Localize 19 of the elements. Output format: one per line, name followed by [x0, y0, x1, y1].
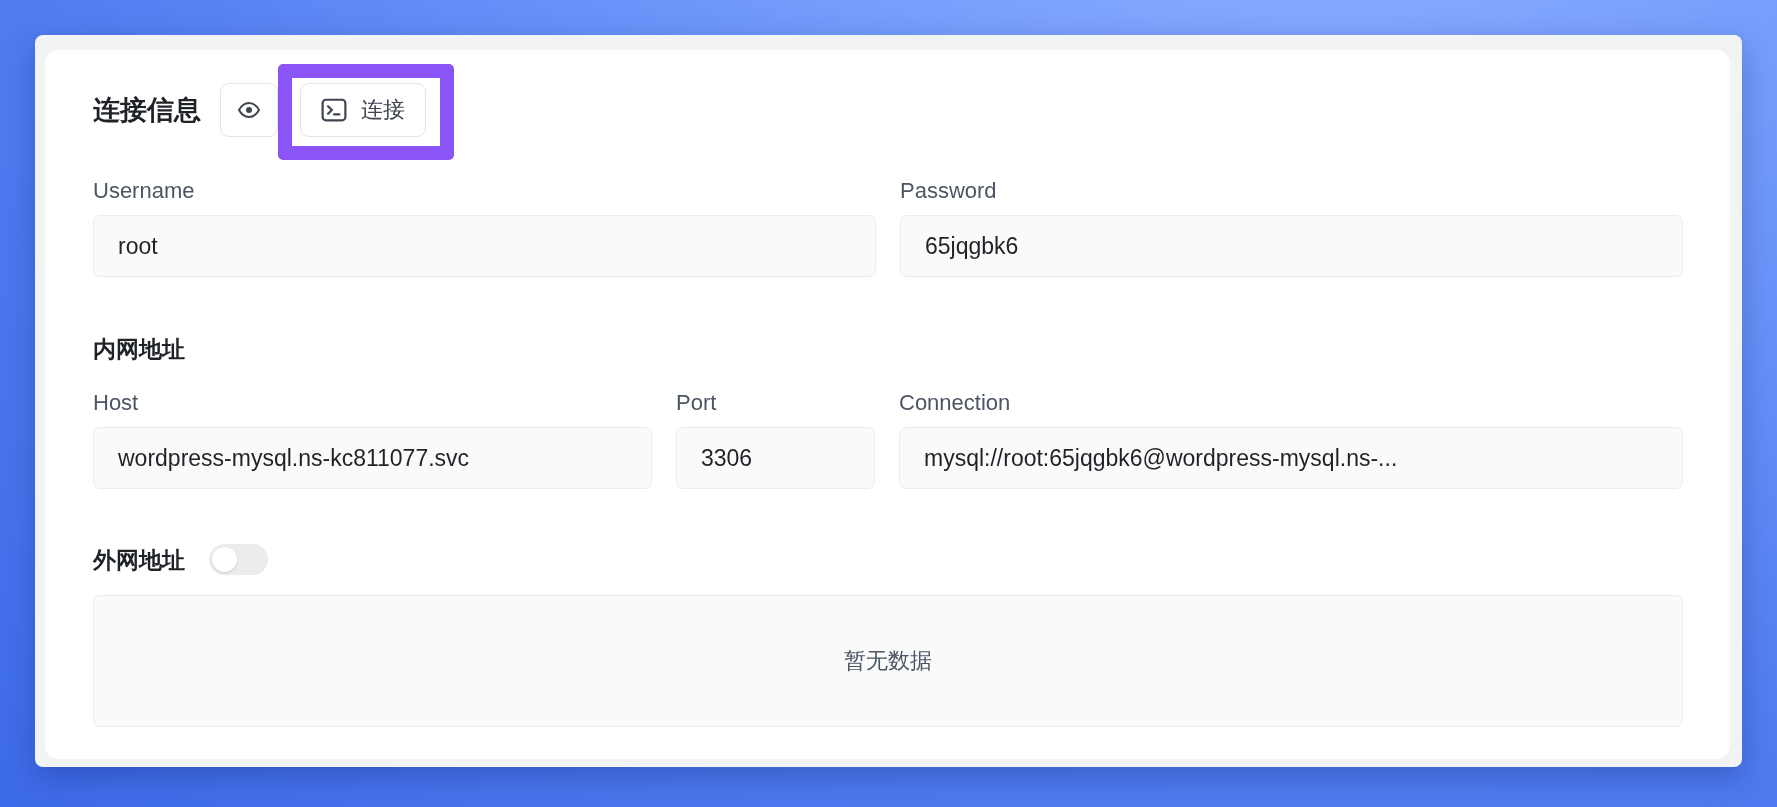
field-label: Host — [93, 389, 139, 417]
field-label: Connection — [899, 389, 1011, 417]
reveal-button[interactable] — [220, 83, 278, 137]
empty-message: 暂无数据 — [844, 647, 932, 675]
toggle-switch[interactable] — [209, 544, 268, 575]
field-label: Password — [900, 177, 997, 205]
field-label: Port — [676, 389, 717, 417]
input-field[interactable]: wordpress-mysql.ns-kc811077.svc — [93, 427, 652, 489]
field-label: Username — [93, 177, 195, 205]
input-field[interactable]: root — [93, 215, 876, 277]
input-field[interactable]: mysql://root:65jqgbk6@wordpress-mysql.ns-... — [899, 427, 1683, 489]
terminal-icon — [321, 97, 347, 123]
input-field[interactable]: 3306 — [676, 427, 875, 489]
section-title: 内网地址 — [93, 335, 186, 363]
connect-button[interactable]: 连接 — [300, 83, 426, 137]
section-title: 连接信息 — [93, 94, 201, 127]
eye-icon — [238, 102, 260, 118]
input-field[interactable]: 65jqgbk6 — [900, 215, 1683, 277]
section-title: 外网地址 — [93, 545, 185, 574]
